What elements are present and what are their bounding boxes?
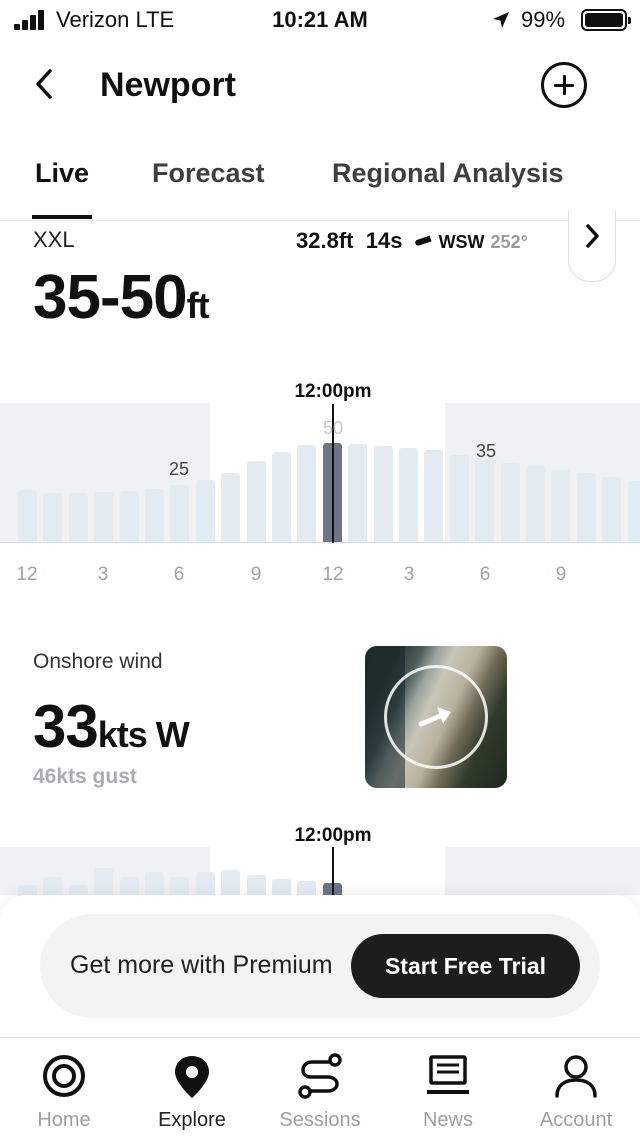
surf-bar	[551, 470, 571, 543]
surf-bar	[272, 452, 291, 543]
swell-height: 32.8ft	[296, 228, 354, 253]
nav-label: Account	[539, 1109, 613, 1131]
surf-bar	[94, 492, 114, 543]
news-laptop-icon	[427, 1055, 469, 1094]
wind-speed-unit: kts W	[97, 714, 190, 755]
time-tick: 12	[322, 564, 344, 585]
status-bar: Verizon LTE 10:21 AM 99%	[0, 0, 640, 40]
current-time-line	[332, 847, 334, 895]
surf-bar	[297, 445, 317, 543]
page-title: Newport	[100, 66, 236, 104]
add-favorite-button[interactable]	[541, 62, 587, 108]
surf-bar	[221, 473, 241, 543]
surf-height-chart[interactable]	[0, 403, 640, 543]
bar-value-label: 50	[322, 418, 344, 438]
time-tick: 9	[555, 564, 567, 585]
surf-bar	[424, 450, 444, 543]
nav-sessions[interactable]: Sessions	[256, 1052, 384, 1136]
surf-bar	[348, 444, 368, 543]
nav-label: Home	[37, 1109, 91, 1131]
surf-bar	[145, 489, 164, 543]
wind-direction-arrow-icon	[418, 707, 451, 727]
battery-icon	[581, 9, 631, 31]
current-time-label: 12:00pm	[294, 825, 372, 846]
tab-regional-analysis[interactable]: Regional Analysis	[332, 158, 564, 189]
tab-forecast[interactable]: Forecast	[152, 158, 265, 189]
surf-bar	[43, 493, 63, 543]
nav-explore[interactable]: Explore	[128, 1052, 256, 1136]
nav-label: Sessions	[279, 1109, 361, 1131]
tab-divider	[0, 220, 640, 221]
time-tick: 6	[479, 564, 491, 585]
home-target-icon	[43, 1055, 85, 1097]
bar-value-label: 25	[168, 459, 190, 479]
surf-bar	[449, 455, 469, 543]
surf-height: 35-50ft	[33, 262, 210, 333]
surf-bar	[246, 461, 266, 543]
time-tick: 6	[173, 564, 185, 585]
nav-label: Explore	[158, 1109, 226, 1131]
surf-bar	[18, 490, 37, 543]
time-tick: 12	[16, 564, 38, 585]
account-person-icon	[555, 1055, 597, 1098]
surf-bar	[373, 446, 393, 543]
nav-label: News	[422, 1109, 473, 1131]
carrier-label: Verizon LTE	[56, 7, 175, 32]
battery-percent: 99%	[521, 7, 566, 32]
wind-gust: 46kts gust	[33, 765, 137, 788]
next-swell-button[interactable]	[568, 210, 616, 282]
surf-bar	[119, 491, 139, 543]
swell-degrees: 252°	[490, 232, 528, 252]
surf-bar	[170, 485, 190, 543]
signal-icon	[14, 10, 48, 30]
back-button[interactable]	[28, 62, 68, 106]
surf-bar	[195, 480, 215, 543]
surf-bar	[68, 493, 88, 543]
surf-height-unit: ft	[186, 285, 210, 326]
surf-bar	[602, 477, 622, 543]
wind-speed-value: 33	[33, 693, 99, 760]
chevron-left-icon	[36, 69, 52, 99]
time-tick: 9	[250, 564, 262, 585]
start-free-trial-button[interactable]: Start Free Trial	[351, 934, 580, 998]
nav-home[interactable]: Home	[0, 1052, 128, 1136]
wind-speed: 33kts W	[33, 692, 190, 761]
location-arrow-icon	[493, 12, 509, 28]
surf-rating: XXL	[33, 227, 75, 252]
surf-bar	[576, 473, 596, 543]
nav-account[interactable]: Account	[512, 1052, 640, 1136]
swell-period: 14s	[365, 228, 403, 253]
wind-chart[interactable]	[0, 847, 640, 903]
surf-bar	[526, 466, 545, 543]
tab-live[interactable]: Live	[35, 158, 89, 189]
nav-news[interactable]: News	[384, 1052, 512, 1136]
night-shade-right	[445, 847, 640, 895]
promo-text: Get more with Premium	[70, 951, 333, 979]
wind-map-thumbnail[interactable]	[365, 646, 507, 788]
chart-baseline	[0, 542, 640, 543]
sessions-route-icon	[298, 1053, 342, 1099]
swell-direction-icon	[414, 235, 432, 247]
primary-swell: 32.8ft 14s WSW 252°	[296, 228, 528, 254]
surf-bar	[627, 481, 640, 543]
chevron-right-icon	[586, 224, 599, 248]
time-tick: 3	[403, 564, 415, 585]
surf-height-value: 35-50	[33, 263, 188, 332]
map-pin-icon	[175, 1056, 209, 1098]
surf-bar	[500, 463, 520, 543]
bar-value-label: 35	[475, 441, 497, 461]
wind-label: Onshore wind	[33, 650, 163, 673]
time-tick: 3	[97, 564, 109, 585]
surf-bar	[399, 448, 418, 543]
current-time-label: 12:00pm	[294, 381, 372, 402]
surf-bar	[475, 459, 495, 543]
active-tab-indicator	[32, 215, 92, 219]
swell-direction: WSW	[438, 232, 485, 252]
